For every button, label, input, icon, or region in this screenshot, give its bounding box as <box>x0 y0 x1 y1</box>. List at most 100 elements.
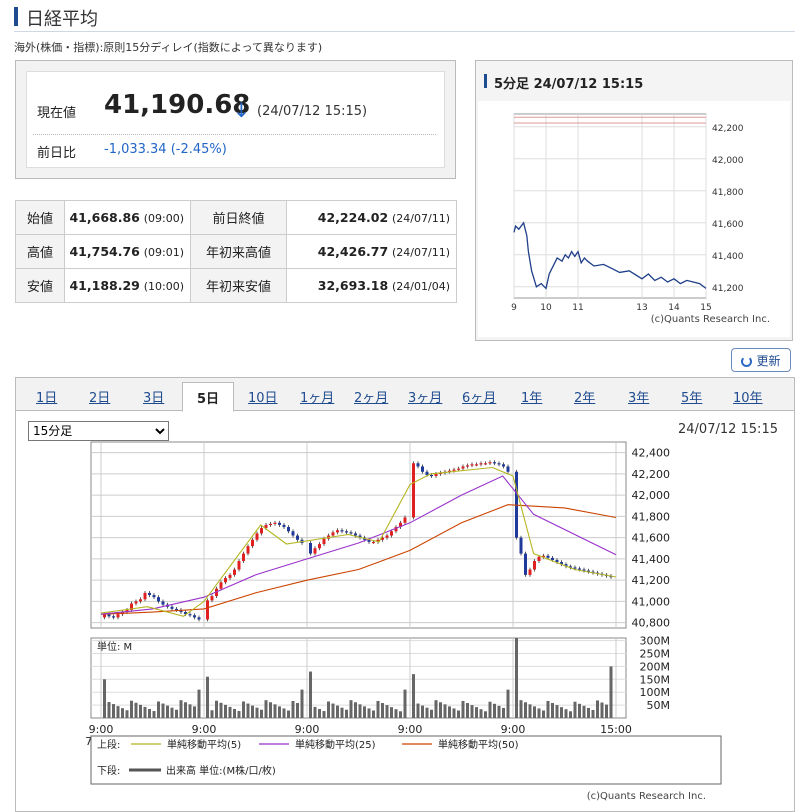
tab-1[interactable]: 1日 <box>36 387 57 406</box>
tab-2[interactable]: 2日 <box>89 387 110 406</box>
y-tick-label: 41,000 <box>632 595 671 608</box>
main-chart: 42,400 42,200 42,000 41,800 41,600 41,400 41,2… <box>16 438 794 808</box>
y-tick-label: 41,800 <box>632 510 671 523</box>
volume-bar <box>242 701 245 718</box>
volume-bar <box>519 700 523 718</box>
page-title: 日経平均 <box>26 9 98 30</box>
divider <box>33 134 436 135</box>
volume-bar <box>439 702 442 718</box>
volume-bar <box>524 702 527 718</box>
plot-area <box>513 113 707 299</box>
candle-body <box>296 535 299 540</box>
tab-12[interactable]: 3年 <box>628 387 649 406</box>
volume-bar <box>430 709 433 718</box>
price-plot-area <box>90 441 627 629</box>
volume-bar <box>470 705 474 718</box>
tab-8[interactable]: 3ヶ月 <box>408 387 442 406</box>
stat-value: 42,426.77 (24/07/11) <box>286 234 457 269</box>
tab-14[interactable]: 10年 <box>733 387 763 406</box>
period-tabs: 1日 2日 3日 5日 10日 1ヶ月 2ヶ月 3ヶ月 6ヶ月 1年 2年 3年 5年 10年 <box>16 378 794 412</box>
main-chart-svg: 42,400 42,200 42,000 41,800 41,600 41,400 41,2… <box>85 441 722 802</box>
stat-label: 年初来高値 <box>190 234 287 269</box>
candle-body <box>255 533 259 540</box>
tab-3[interactable]: 3日 <box>143 387 164 406</box>
tab-10[interactable]: 1年 <box>521 387 542 406</box>
candle-body <box>233 569 236 575</box>
credit-text: (c)Quants Research Inc. <box>651 314 770 325</box>
candle-body <box>533 561 536 570</box>
candle-body <box>157 597 160 602</box>
volume-bar <box>282 708 286 718</box>
tab-4[interactable]: 5日 <box>182 382 234 412</box>
volume-bar <box>367 708 371 718</box>
x-tick-label: 11 <box>572 303 583 313</box>
candle-body <box>484 463 487 465</box>
candle-body <box>457 468 460 470</box>
refresh-icon <box>741 355 753 367</box>
candle-body <box>345 531 348 533</box>
candle-body <box>385 535 389 538</box>
volume-bar <box>412 674 415 718</box>
volume-bar <box>421 705 424 718</box>
refresh-button[interactable]: 更新 <box>731 348 791 372</box>
volume-bar <box>331 703 335 718</box>
volume-bar <box>188 704 192 718</box>
volume-bar <box>376 700 380 718</box>
volume-bar <box>278 706 281 718</box>
volume-bar <box>134 702 138 718</box>
down-arrow-icon: ↓ <box>233 98 250 122</box>
candle-body <box>148 592 151 596</box>
y-tick-label: 41,200 <box>632 574 671 587</box>
volume-bar <box>416 703 420 718</box>
candle-body <box>318 544 321 549</box>
stat-value: 41,668.86 (09:00) <box>64 200 191 235</box>
candle-body <box>466 465 469 467</box>
candle-body <box>528 569 532 575</box>
candle-body <box>161 601 165 605</box>
volume-tick-label: 250M <box>640 647 671 660</box>
candle-body <box>193 615 196 618</box>
volume-bar <box>425 707 429 718</box>
volume-bar <box>578 703 581 718</box>
candle-body <box>242 553 245 562</box>
candle-body <box>416 463 420 467</box>
tab-7[interactable]: 2ヶ月 <box>354 387 388 406</box>
volume-bar <box>157 701 160 718</box>
tab-9[interactable]: 6ヶ月 <box>462 387 496 406</box>
price-panel: 現在値 41,190.68 ↓ (24/07/12 15:15) 前日比 -1,… <box>15 60 456 179</box>
legend-item: 単純移動平均(25) <box>295 738 376 751</box>
tab-5[interactable]: 10日 <box>248 387 278 406</box>
volume-bar <box>452 708 456 718</box>
tab-6[interactable]: 1ヶ月 <box>300 387 334 406</box>
volume-unit-label: 単位: M <box>97 640 132 653</box>
x-tick-label: 15 <box>700 303 711 313</box>
y-tick-label: 41,600 <box>712 220 744 230</box>
tab-13[interactable]: 5年 <box>681 387 702 406</box>
volume-bar <box>107 702 111 718</box>
stat-label: 安値 <box>15 268 65 303</box>
refresh-label: 更新 <box>756 353 781 368</box>
volume-bar <box>605 704 608 718</box>
volume-bar <box>582 705 586 718</box>
candle-body <box>578 568 581 570</box>
candle-body <box>488 462 492 464</box>
candle-body <box>170 606 174 609</box>
volume-bar <box>170 707 174 718</box>
volume-tick-label: 300M <box>640 635 671 648</box>
volume-bar <box>233 708 236 718</box>
volume-bar <box>434 700 438 718</box>
volume-bar <box>528 704 532 718</box>
volume-bar <box>264 700 268 718</box>
candle-body <box>260 528 263 534</box>
tab-11[interactable]: 2年 <box>574 387 595 406</box>
candle-body <box>219 582 223 589</box>
candle-body <box>116 614 120 618</box>
volume-bar <box>210 710 214 718</box>
volume-bar <box>587 707 590 718</box>
volume-bar <box>313 706 317 718</box>
volume-bar <box>125 710 129 718</box>
volume-bar <box>461 700 465 718</box>
candle-body <box>103 614 106 618</box>
volume-bar <box>372 710 375 718</box>
legend-item: 単純移動平均(5) <box>167 738 241 751</box>
